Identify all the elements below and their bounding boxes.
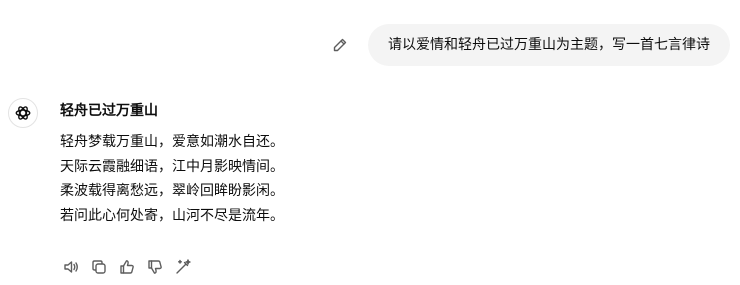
edit-message-button[interactable] xyxy=(326,31,354,59)
copy-button[interactable] xyxy=(88,256,110,278)
good-response-button[interactable] xyxy=(116,256,138,278)
bad-response-button[interactable] xyxy=(144,256,166,278)
regenerate-button[interactable] xyxy=(172,256,194,278)
assistant-avatar xyxy=(8,98,38,128)
openai-logo-icon xyxy=(14,104,32,122)
user-message-row: 请以爱情和轻舟已过万重山为主题，写一首七言律诗 xyxy=(326,24,730,66)
thumbs-down-icon xyxy=(146,258,164,276)
speaker-icon xyxy=(62,258,80,276)
read-aloud-button[interactable] xyxy=(60,256,82,278)
poem-title: 轻舟已过万重山 xyxy=(60,103,158,119)
poem-line-3: 柔波载得离愁远，翠岭回眸盼影闲。 xyxy=(60,183,284,199)
assistant-content: 轻舟已过万重山 轻舟梦载万重山，爱意如潮水自还。 天际云霞融细语，江中月影映情间… xyxy=(60,100,284,228)
regenerate-icon xyxy=(174,258,192,276)
poem-line-2: 天际云霞融细语，江中月影映情间。 xyxy=(60,158,284,175)
thumbs-up-icon xyxy=(118,258,136,276)
copy-icon xyxy=(90,258,108,276)
message-actions xyxy=(60,256,200,278)
user-message-bubble: 请以爱情和轻舟已过万重山为主题，写一首七言律诗 xyxy=(368,24,730,66)
pencil-icon xyxy=(332,37,348,53)
poem-line-1: 轻舟梦载万重山，爱意如潮水自还。 xyxy=(60,134,284,150)
poem-line-4: 若问此心何处寄，山河不尽是流年。 xyxy=(60,207,284,224)
